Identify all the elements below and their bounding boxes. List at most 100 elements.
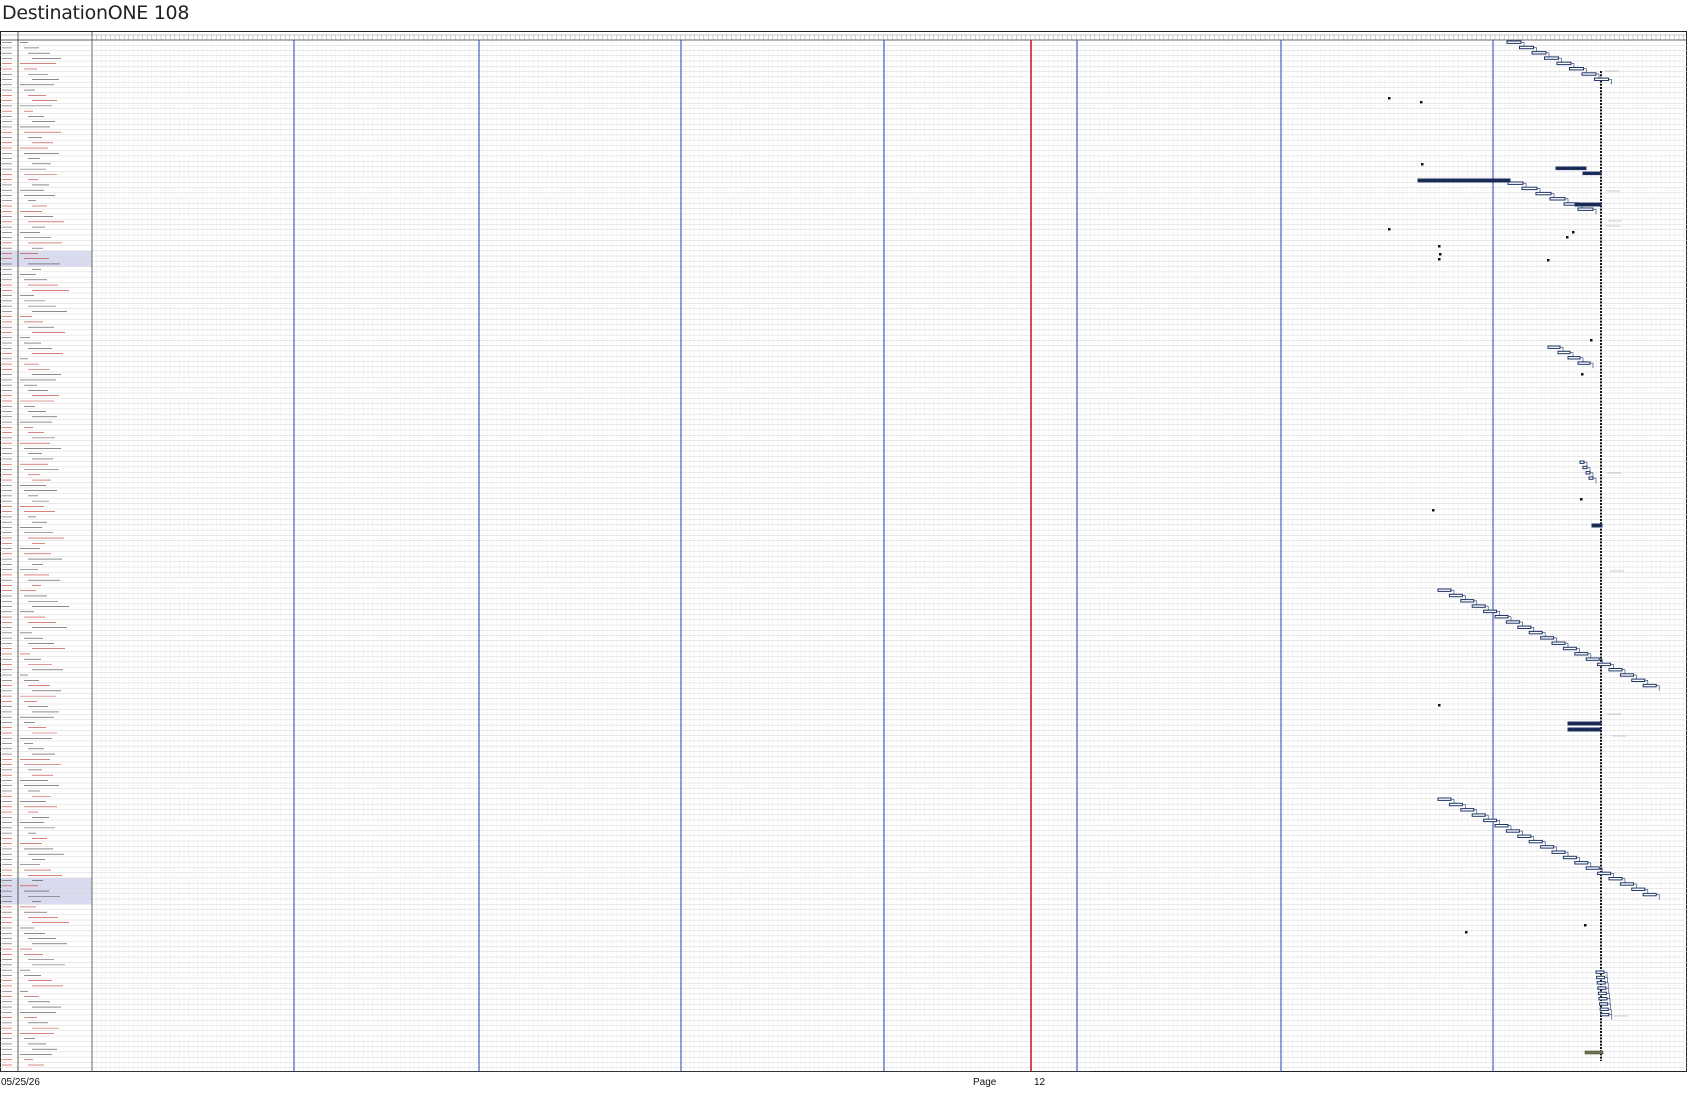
milestone-marker [1432,509,1435,512]
task-bar [1574,652,1589,656]
summary-bar [1417,178,1511,183]
task-bar [1483,818,1498,823]
milestone-marker [1420,101,1423,104]
task-bar [1597,991,1607,996]
task-bar [1544,56,1559,60]
milestone-marker [1465,931,1468,934]
task-bar [1582,465,1588,470]
task-bar [1540,845,1555,849]
task-bar [1505,620,1520,624]
milestone-marker [1547,259,1550,262]
task-bar [1551,850,1566,854]
task-bar [1521,186,1538,191]
task-bar [1549,197,1566,201]
task-bar [1585,471,1591,475]
gantt-chart [0,31,1687,1072]
task-bar [1460,808,1475,812]
task-bar [1562,855,1577,860]
task-bar [1631,678,1646,682]
task-bar [1619,673,1634,677]
task-bar [1596,975,1606,980]
milestone-marker [1581,373,1584,376]
summary-bar [1591,523,1603,528]
task-bar [1540,636,1555,640]
task-bar [1608,668,1623,672]
task-bar [1594,77,1609,81]
task-bar [1507,181,1524,185]
task-bar [1631,887,1646,891]
task-bar [1547,345,1561,349]
task-bar [1642,892,1657,897]
task-bar [1574,861,1589,865]
task-bar [1619,882,1634,886]
milestone-marker [1566,236,1569,239]
task-bar [1535,191,1552,196]
task-bar [1531,51,1547,55]
task-bar [1448,593,1463,598]
footer-page-number: 12 [1034,1077,1046,1088]
task-bar [1597,986,1607,990]
task-bar [1608,877,1623,881]
summary-bar [1574,202,1602,207]
milestone-marker [1438,245,1441,248]
highlighted-row [1,877,92,884]
task-bar [1577,207,1594,211]
task-bar [1600,1012,1610,1017]
footer-page-label: Page [973,1077,997,1088]
gantt-sheet [0,31,1687,1072]
task-bar [1483,609,1498,614]
task-bar [1528,839,1543,844]
task-bar [1597,662,1612,667]
progress-bar [1584,1050,1604,1055]
task-bar [1517,834,1532,838]
task-bar [1528,630,1543,635]
task-bar [1579,460,1585,464]
task-bar [1519,45,1534,50]
task-bar [1577,361,1591,365]
highlighted-row [1,883,92,889]
page-title: DestinationONE 108 [2,2,190,24]
summary-bar [1555,166,1587,171]
milestone-marker [1438,704,1441,707]
summary-bar [1567,727,1602,732]
task-bar [1642,683,1657,688]
task-bar [1437,588,1452,592]
summary-bar [1567,721,1602,726]
task-bar [1460,599,1475,603]
milestone-marker [1584,924,1587,927]
task-bar [1567,356,1581,360]
milestone-marker [1438,258,1441,261]
task-bar [1599,1007,1609,1011]
task-bar [1471,813,1486,817]
milestone-marker [1421,163,1424,166]
task-bar [1556,61,1572,66]
task-bar [1598,997,1608,1001]
milestone-marker [1580,498,1583,501]
task-bar [1562,646,1577,651]
task-bar [1506,40,1522,44]
task-bar [1581,72,1597,76]
task-bar [1494,615,1509,619]
milestone-marker [1572,231,1575,234]
highlighted-row [1,250,92,257]
task-bar [1596,981,1606,985]
footer-date: 05/25/26 [1,1077,40,1088]
footer-divider [0,1071,1090,1072]
task-bar [1585,866,1600,870]
task-bar [1494,824,1509,828]
task-bar [1551,641,1566,645]
milestone-marker [1388,97,1391,100]
summary-bar [1582,171,1602,176]
task-bar [1448,802,1463,807]
task-bar [1569,67,1584,71]
milestone-marker [1388,228,1391,231]
task-bar [1595,970,1605,974]
task-bar [1557,350,1571,355]
task-bar [1585,657,1600,661]
milestone-marker [1590,339,1593,342]
highlighted-row [1,899,92,905]
task-bar [1437,797,1452,801]
milestone-marker [1439,253,1442,256]
task-bar [1597,871,1612,876]
task-bar [1599,1002,1609,1006]
